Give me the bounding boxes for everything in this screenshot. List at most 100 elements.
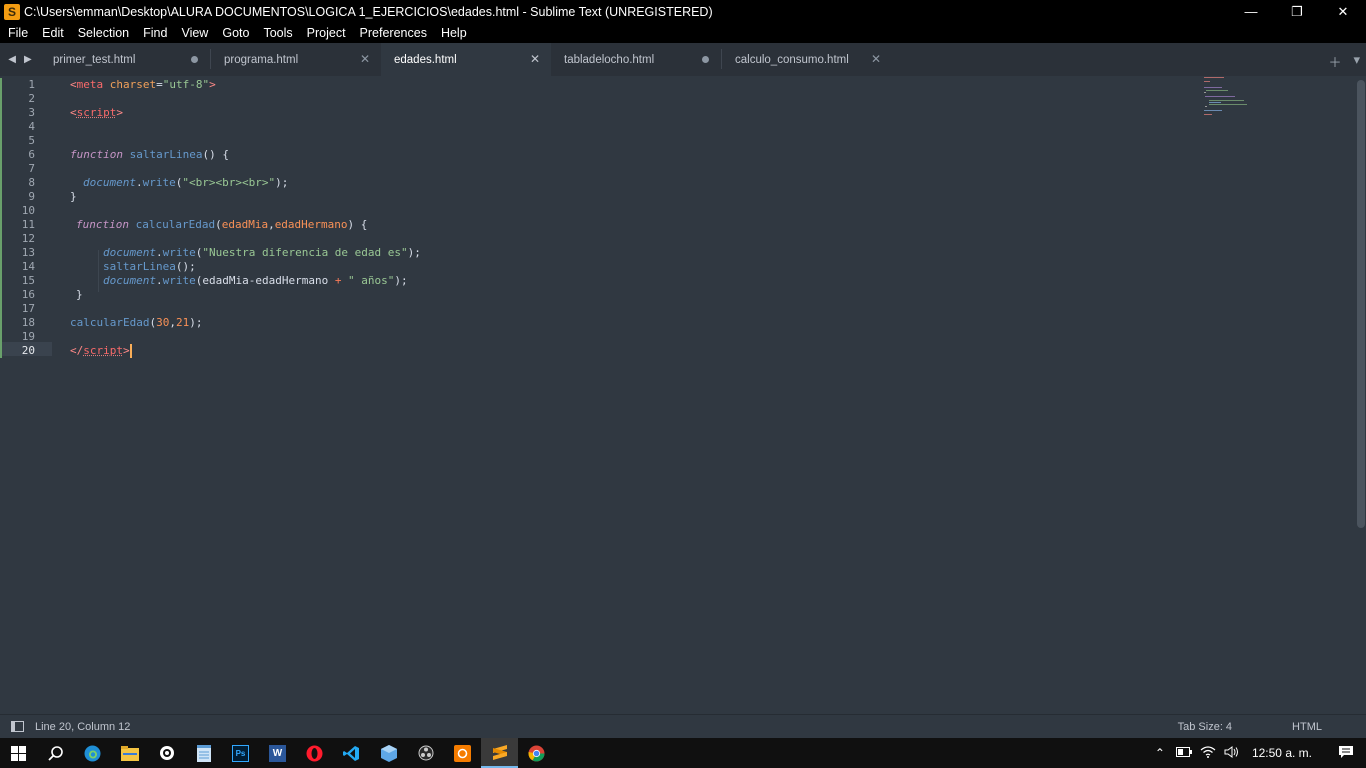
code-line-15: document.write(edadMia-edadHermano + " a… — [103, 274, 408, 287]
tab-navigation: ◀ ▶ — [0, 43, 40, 76]
restore-button[interactable]: ❐ — [1274, 0, 1320, 23]
line-number: 9 — [28, 190, 35, 203]
status-bar: Line 20, Column 12 Tab Size: 4 HTML — [0, 714, 1366, 738]
line-number: 3 — [28, 106, 35, 119]
notification-center-icon[interactable] — [1326, 745, 1366, 762]
line-number: 10 — [21, 204, 35, 217]
code-line-6: function saltarLinea() { — [70, 148, 229, 161]
cursor-position: Line 20, Column 12 — [35, 720, 131, 733]
sublime-text-icon: S — [4, 3, 20, 20]
line-number: 15 — [21, 274, 35, 287]
menu-goto[interactable]: Goto — [214, 26, 255, 40]
text-cursor — [129, 344, 132, 358]
minimize-button[interactable]: — — [1228, 0, 1274, 23]
code-line-11: function calcularEdad(edadMia,edadHerman… — [76, 218, 368, 231]
modified-dot-icon[interactable] — [699, 53, 711, 65]
tab-size-selector[interactable]: Tab Size: 4 — [1178, 721, 1232, 733]
tab-next-icon[interactable]: ▶ — [24, 54, 32, 65]
line-number: 8 — [28, 176, 35, 189]
line-number: 5 — [28, 134, 35, 147]
minimap[interactable] — [1204, 76, 1354, 136]
chrome-icon[interactable] — [518, 738, 555, 768]
battery-icon[interactable] — [1172, 746, 1196, 760]
new-tab-plus-icon[interactable]: ＋ — [1328, 52, 1341, 71]
photoshop-icon[interactable]: Ps — [222, 738, 259, 768]
vscode-icon[interactable] — [333, 738, 370, 768]
opera-icon[interactable] — [296, 738, 333, 768]
close-tab-icon[interactable]: ✕ — [529, 52, 541, 66]
notepad-icon[interactable] — [185, 738, 222, 768]
menu-preferences[interactable]: Preferences — [352, 26, 433, 40]
line-number: 1 — [28, 78, 35, 91]
edge-icon[interactable] — [74, 738, 111, 768]
code-line-1: <meta charset="utf-8"> — [70, 78, 216, 91]
menu-selection[interactable]: Selection — [70, 26, 135, 40]
tab-calculo-consumo[interactable]: calculo_consumo.html ✕ — [722, 43, 892, 76]
tab-bar: ◀ ▶ primer_test.html programa.html ✕ eda… — [0, 43, 1366, 76]
xbox-icon[interactable] — [148, 738, 185, 768]
code-line-13: document.write("Nuestra diferencia de ed… — [103, 246, 421, 259]
menu-file[interactable]: File — [0, 26, 34, 40]
line-number-current: 20 — [21, 344, 35, 357]
tab-label: programa.html — [224, 53, 299, 66]
code-line-18: calcularEdad(30,21); — [70, 316, 203, 329]
windows-start-icon[interactable] — [0, 738, 37, 768]
menu-help[interactable]: Help — [433, 26, 473, 40]
modified-dot-icon[interactable] — [188, 53, 200, 65]
code-line-3: <script> — [70, 106, 123, 119]
code-line-20: </script> — [70, 344, 132, 358]
git-icon[interactable] — [444, 738, 481, 768]
line-number: 11 — [21, 218, 35, 231]
line-number: 12 — [21, 232, 35, 245]
line-number: 2 — [28, 92, 35, 105]
menu-project[interactable]: Project — [299, 26, 352, 40]
code-editor[interactable]: 1 2 3 4 5 6 7 8 9 10 11 12 13 14 15 16 1… — [0, 76, 1366, 714]
volume-icon[interactable] — [1220, 745, 1244, 761]
menu-find[interactable]: Find — [135, 26, 173, 40]
file-explorer-icon[interactable] — [111, 738, 148, 768]
line-number: 19 — [21, 330, 35, 343]
word-icon[interactable]: W — [259, 738, 296, 768]
search-icon[interactable] — [37, 738, 74, 768]
tab-label: primer_test.html — [53, 53, 136, 66]
syntax-selector[interactable]: HTML — [1292, 721, 1322, 733]
tab-primer-test[interactable]: primer_test.html — [40, 43, 210, 76]
tab-label: calculo_consumo.html — [735, 53, 849, 66]
code-line-8: document.write("<br><br><br>"); — [83, 176, 289, 189]
line-number: 4 — [28, 120, 35, 133]
sublime-text-icon[interactable] — [481, 738, 518, 768]
line-number: 7 — [28, 162, 35, 175]
panel-toggle-icon[interactable] — [11, 721, 24, 732]
code-line-9: } — [70, 190, 77, 203]
line-number: 17 — [21, 302, 35, 315]
windows-taskbar: Ps W ⌃ 12:50 a. m. — [0, 738, 1366, 768]
tab-prev-icon[interactable]: ◀ — [8, 54, 16, 65]
tab-tabladelocho[interactable]: tabladelocho.html — [551, 43, 721, 76]
vertical-scrollbar[interactable] — [1357, 80, 1365, 528]
tab-list-chevron-down-icon[interactable]: ▾ — [1353, 52, 1360, 71]
menu-tools[interactable]: Tools — [255, 26, 298, 40]
tab-label: tabladelocho.html — [564, 53, 655, 66]
title-bar: S C:\Users\emman\Desktop\ALURA DOCUMENTO… — [0, 0, 1366, 23]
obs-icon[interactable] — [407, 738, 444, 768]
clock[interactable]: 12:50 a. m. — [1244, 746, 1326, 760]
code-line-14: saltarLinea(); — [103, 260, 196, 273]
tab-label: edades.html — [394, 53, 457, 66]
close-tab-icon[interactable]: ✕ — [870, 52, 882, 66]
tab-edades[interactable]: edades.html ✕ — [381, 43, 551, 76]
line-number: 18 — [21, 316, 35, 329]
close-button[interactable]: ✕ — [1320, 0, 1366, 23]
3d-viewer-icon[interactable] — [370, 738, 407, 768]
menu-edit[interactable]: Edit — [34, 26, 70, 40]
close-tab-icon[interactable]: ✕ — [359, 52, 371, 66]
wifi-icon[interactable] — [1196, 745, 1220, 761]
line-number-gutter: 1 2 3 4 5 6 7 8 9 10 11 12 13 14 15 16 1… — [0, 76, 52, 714]
window-title: C:\Users\emman\Desktop\ALURA DOCUMENTOS\… — [24, 4, 713, 19]
chevron-up-icon[interactable]: ⌃ — [1148, 746, 1172, 760]
line-number: 6 — [28, 148, 35, 161]
menu-view[interactable]: View — [173, 26, 214, 40]
system-tray: ⌃ 12:50 a. m. — [1148, 738, 1366, 768]
tabbar-actions: ＋ ▾ — [1328, 52, 1360, 71]
code-line-16: } — [76, 288, 83, 301]
tab-programa[interactable]: programa.html ✕ — [211, 43, 381, 76]
